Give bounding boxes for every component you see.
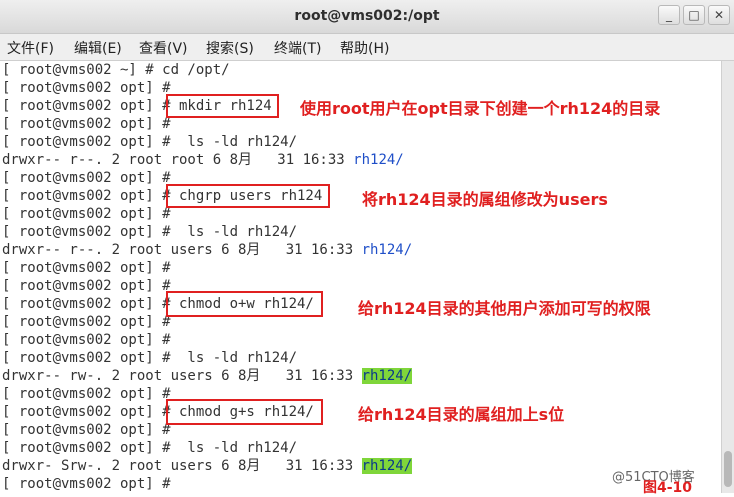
- ls-output: drwxr- Srw-. 2 root users 6 8月 31 16:33: [2, 458, 362, 474]
- terminal-line: [ root@vms002 opt] #: [2, 422, 171, 438]
- command-highlight-box: [166, 184, 330, 208]
- window-title: root@vms002:/opt: [294, 8, 440, 24]
- terminal-line: [ root@vms002 opt] #: [2, 206, 171, 222]
- terminal-line: [ root@vms002 opt] #: [2, 332, 171, 348]
- terminal-line: drwxr-- r--. 2 root users 6 8月 31 16:33 …: [2, 241, 412, 259]
- dir-name: rh124/: [353, 152, 404, 168]
- terminal-line: [ root@vms002 opt] #: [2, 80, 171, 96]
- menu-bar: 文件(F) 编辑(E) 查看(V) 搜索(S) 终端(T) 帮助(H): [0, 34, 734, 61]
- annotation-note: 给rh124目录的属组加上s位: [358, 405, 565, 424]
- terminal-output[interactable]: [ root@vms002 ~] # cd /opt/ [ root@vms00…: [0, 61, 722, 493]
- menu-file[interactable]: 文件(F): [7, 38, 54, 58]
- terminal-line: [ root@vms002 ~] # cd /opt/: [2, 62, 230, 78]
- command-highlight-box: [166, 291, 323, 317]
- terminal-line: drwxr-- r--. 2 root root 6 8月 31 16:33 r…: [2, 151, 404, 169]
- ls-output: drwxr-- rw-. 2 root users 6 8月 31 16:33: [2, 368, 362, 384]
- menu-edit[interactable]: 编辑(E): [74, 38, 122, 58]
- scrollbar-thumb[interactable]: [724, 451, 732, 487]
- dir-name-highlighted: rh124/: [361, 458, 413, 474]
- terminal-line: [ root@vms002 opt] # ls -ld rh124/: [2, 350, 298, 366]
- figure-label: 图4-10: [643, 480, 693, 496]
- menu-help[interactable]: 帮助(H): [340, 38, 389, 58]
- annotation-note: 给rh124目录的其他用户添加可写的权限: [358, 299, 651, 318]
- vertical-scrollbar[interactable]: [721, 61, 734, 493]
- terminal-line: [ root@vms002 opt] #: [2, 476, 171, 492]
- terminal-line: [ root@vms002 opt] #: [2, 260, 171, 276]
- ls-output: drwxr-- r--. 2 root users 6 8月 31 16:33: [2, 242, 362, 258]
- menu-terminal[interactable]: 终端(T): [274, 38, 321, 58]
- window-controls: _ □ ✕: [655, 5, 730, 25]
- ls-output: drwxr-- r--. 2 root root 6 8月 31 16:33: [2, 152, 354, 168]
- terminal-line: [ root@vms002 opt] #: [2, 386, 171, 402]
- terminal-line: drwxr-- rw-. 2 root users 6 8月 31 16:33 …: [2, 367, 413, 385]
- terminal-line: [ root@vms002 opt] # ls -ld rh124/: [2, 440, 298, 456]
- terminal-line: [ root@vms002 opt] # ls -ld rh124/: [2, 134, 298, 150]
- maximize-button[interactable]: □: [683, 5, 705, 25]
- menu-search[interactable]: 搜索(S): [206, 38, 254, 58]
- terminal-line: [ root@vms002 opt] #: [2, 170, 171, 186]
- dir-name: rh124/: [361, 242, 413, 258]
- minimize-button[interactable]: _: [658, 5, 680, 25]
- menu-view[interactable]: 查看(V): [139, 38, 188, 58]
- terminal-line: [ root@vms002 opt] #: [2, 314, 171, 330]
- title-bar: root@vms002:/opt _ □ ✕: [0, 0, 734, 34]
- annotation-note: 使用root用户在opt目录下创建一个rh124的目录: [300, 99, 661, 118]
- dir-name-highlighted: rh124/: [361, 368, 413, 384]
- close-button[interactable]: ✕: [708, 5, 730, 25]
- command-highlight-box: [166, 94, 279, 118]
- command-highlight-box: [166, 399, 323, 425]
- terminal-line: drwxr- Srw-. 2 root users 6 8月 31 16:33 …: [2, 457, 413, 475]
- annotation-note: 将rh124目录的属组修改为users: [362, 190, 608, 209]
- terminal-line: [ root@vms002 opt] #: [2, 278, 171, 294]
- terminal-line: [ root@vms002 opt] #: [2, 116, 171, 132]
- terminal-line: [ root@vms002 opt] # ls -ld rh124/: [2, 224, 298, 240]
